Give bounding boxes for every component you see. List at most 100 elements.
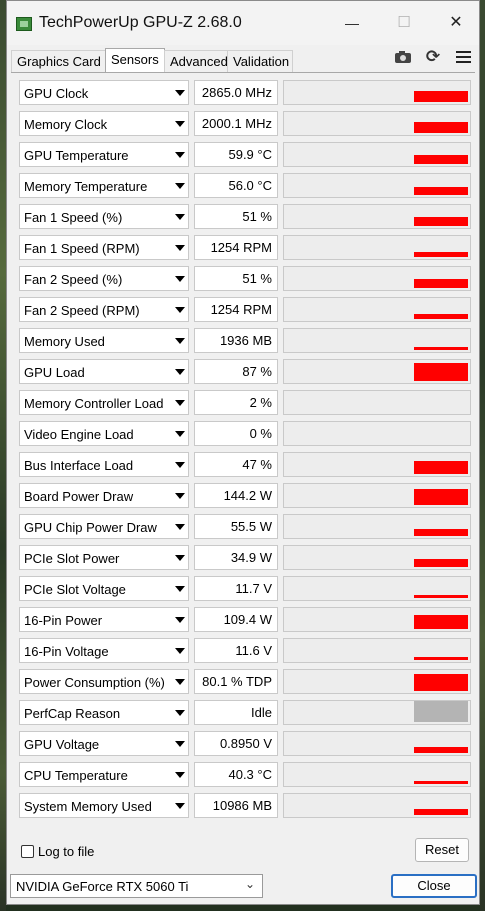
gpuz-window: TechPowerUp GPU-Z 2.68.0 — ☐ ✕ Graphics … bbox=[6, 0, 480, 905]
dropdown-arrow-icon[interactable] bbox=[175, 617, 185, 623]
sensor-graph bbox=[283, 545, 471, 570]
sensor-value: 80.1 % TDP bbox=[194, 669, 278, 694]
sensor-graph-bar bbox=[414, 91, 468, 102]
dropdown-arrow-icon[interactable] bbox=[175, 369, 185, 375]
sensor-name-label: Memory Used bbox=[24, 334, 105, 349]
dropdown-arrow-icon[interactable] bbox=[175, 276, 185, 282]
dropdown-arrow-icon[interactable] bbox=[175, 121, 185, 127]
dropdown-arrow-icon[interactable] bbox=[175, 710, 185, 716]
camera-icon[interactable] bbox=[392, 46, 414, 68]
tab-sensors[interactable]: Sensors bbox=[105, 48, 165, 73]
sensor-name-dropdown[interactable]: Power Consumption (%) bbox=[19, 669, 189, 694]
dropdown-arrow-icon[interactable] bbox=[175, 400, 185, 406]
sensor-name-label: Memory Temperature bbox=[24, 179, 148, 194]
sensor-name-dropdown[interactable]: Memory Temperature bbox=[19, 173, 189, 198]
title-bar[interactable]: TechPowerUp GPU-Z 2.68.0 — ☐ ✕ bbox=[7, 1, 479, 45]
sensor-row: PCIe Slot Power 34.9 W bbox=[19, 545, 471, 572]
dropdown-arrow-icon[interactable] bbox=[175, 555, 185, 561]
gpu-selector[interactable]: NVIDIA GeForce RTX 5060 Ti ⌄ bbox=[10, 874, 263, 898]
sensor-value: 10986 MB bbox=[194, 793, 278, 818]
sensor-name-label: 16-Pin Power bbox=[24, 613, 103, 628]
sensor-name-dropdown[interactable]: System Memory Used bbox=[19, 793, 189, 818]
sensor-graph-bar bbox=[414, 363, 468, 381]
tab-validation[interactable]: Validation bbox=[227, 50, 293, 72]
sensor-name-dropdown[interactable]: 16-Pin Power bbox=[19, 607, 189, 632]
sensor-name-dropdown[interactable]: Fan 2 Speed (%) bbox=[19, 266, 189, 291]
sensor-value: 144.2 W bbox=[194, 483, 278, 508]
gpuz-app-icon bbox=[16, 17, 32, 31]
refresh-icon[interactable]: ⟳ bbox=[422, 46, 444, 68]
log-to-file-checkbox[interactable] bbox=[21, 845, 34, 858]
sensor-graph bbox=[283, 80, 471, 105]
dropdown-arrow-icon[interactable] bbox=[175, 741, 185, 747]
sensor-name-dropdown[interactable]: Bus Interface Load bbox=[19, 452, 189, 477]
hamburger-menu-icon[interactable] bbox=[452, 46, 474, 68]
dropdown-arrow-icon[interactable] bbox=[175, 648, 185, 654]
sensor-name-dropdown[interactable]: GPU Clock bbox=[19, 80, 189, 105]
sensor-name-label: Memory Controller Load bbox=[24, 396, 164, 411]
sensor-name-dropdown[interactable]: PerfCap Reason bbox=[19, 700, 189, 725]
sensor-name-dropdown[interactable]: PCIe Slot Power bbox=[19, 545, 189, 570]
sensor-value: 109.4 W bbox=[194, 607, 278, 632]
sensor-name-label: Fan 2 Speed (%) bbox=[24, 272, 123, 287]
sensor-name-dropdown[interactable]: PCIe Slot Voltage bbox=[19, 576, 189, 601]
dropdown-arrow-icon[interactable] bbox=[175, 679, 185, 685]
close-window-button[interactable]: ✕ bbox=[441, 11, 471, 35]
sensor-name-dropdown[interactable]: GPU Temperature bbox=[19, 142, 189, 167]
dropdown-arrow-icon[interactable] bbox=[175, 90, 185, 96]
dropdown-arrow-icon[interactable] bbox=[175, 183, 185, 189]
sensor-name-label: Memory Clock bbox=[24, 117, 108, 132]
dropdown-arrow-icon[interactable] bbox=[175, 245, 185, 251]
sensor-name-dropdown[interactable]: Fan 1 Speed (RPM) bbox=[19, 235, 189, 260]
sensor-value: 1936 MB bbox=[194, 328, 278, 353]
sensor-graph-bar bbox=[414, 559, 468, 567]
dropdown-arrow-icon[interactable] bbox=[175, 803, 185, 809]
sensor-name-dropdown[interactable]: GPU Voltage bbox=[19, 731, 189, 756]
sensor-name-dropdown[interactable]: GPU Chip Power Draw bbox=[19, 514, 189, 539]
sensor-graph bbox=[283, 359, 471, 384]
sensor-name-dropdown[interactable]: Fan 1 Speed (%) bbox=[19, 204, 189, 229]
sensor-graph bbox=[283, 514, 471, 539]
sensor-graph bbox=[283, 452, 471, 477]
close-button[interactable]: Close bbox=[391, 874, 477, 898]
sensor-graph-bar bbox=[414, 595, 468, 598]
sensor-name-dropdown[interactable]: 16-Pin Voltage bbox=[19, 638, 189, 663]
sensor-graph-bar bbox=[414, 217, 468, 226]
sensor-name-dropdown[interactable]: GPU Load bbox=[19, 359, 189, 384]
sensor-graph bbox=[283, 421, 471, 446]
sensor-name-dropdown[interactable]: Memory Clock bbox=[19, 111, 189, 136]
sensor-name-dropdown[interactable]: Board Power Draw bbox=[19, 483, 189, 508]
sensor-name-dropdown[interactable]: Fan 2 Speed (RPM) bbox=[19, 297, 189, 322]
sensor-graph bbox=[283, 235, 471, 260]
sensor-name-label: GPU Chip Power Draw bbox=[24, 520, 157, 535]
dropdown-arrow-icon[interactable] bbox=[175, 431, 185, 437]
sensor-name-dropdown[interactable]: Memory Controller Load bbox=[19, 390, 189, 415]
sensor-name-dropdown[interactable]: Memory Used bbox=[19, 328, 189, 353]
dropdown-arrow-icon[interactable] bbox=[175, 772, 185, 778]
dropdown-arrow-icon[interactable] bbox=[175, 586, 185, 592]
sensor-name-dropdown[interactable]: CPU Temperature bbox=[19, 762, 189, 787]
sensor-value: 56.0 °C bbox=[194, 173, 278, 198]
sensor-row: 16-Pin Power 109.4 W bbox=[19, 607, 471, 634]
dropdown-arrow-icon[interactable] bbox=[175, 462, 185, 468]
dropdown-arrow-icon[interactable] bbox=[175, 524, 185, 530]
sensor-graph-bar bbox=[414, 252, 468, 257]
dropdown-arrow-icon[interactable] bbox=[175, 152, 185, 158]
sensor-row: Fan 1 Speed (RPM) 1254 RPM bbox=[19, 235, 471, 262]
sensor-row: Fan 2 Speed (%) 51 % bbox=[19, 266, 471, 293]
sensor-graph-bar bbox=[414, 187, 468, 195]
sensor-graph-bar bbox=[414, 674, 468, 691]
dropdown-arrow-icon[interactable] bbox=[175, 338, 185, 344]
dropdown-arrow-icon[interactable] bbox=[175, 214, 185, 220]
reset-button[interactable]: Reset bbox=[415, 838, 469, 862]
sensor-name-dropdown[interactable]: Video Engine Load bbox=[19, 421, 189, 446]
dropdown-arrow-icon[interactable] bbox=[175, 307, 185, 313]
minimize-button[interactable]: — bbox=[337, 11, 367, 35]
tab-graphics-card[interactable]: Graphics Card bbox=[11, 50, 106, 72]
sensor-row: GPU Clock 2865.0 MHz bbox=[19, 80, 471, 107]
sensor-graph-bar bbox=[414, 747, 468, 753]
tab-advanced[interactable]: Advanced bbox=[164, 50, 228, 72]
maximize-button[interactable]: ☐ bbox=[389, 11, 419, 35]
dropdown-arrow-icon[interactable] bbox=[175, 493, 185, 499]
sensor-row: PCIe Slot Voltage 11.7 V bbox=[19, 576, 471, 603]
